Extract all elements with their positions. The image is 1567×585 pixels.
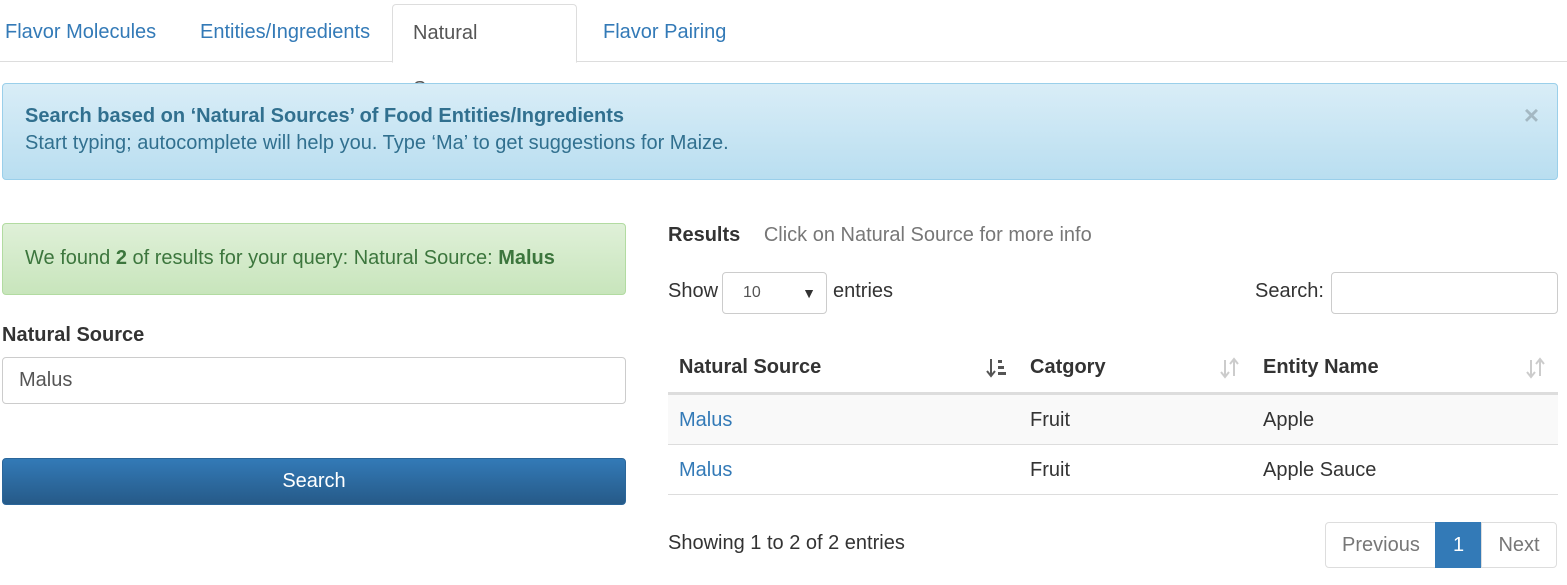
table-row: Malus Fruit Apple bbox=[668, 395, 1558, 445]
tab-entities-ingredients[interactable]: Entities/Ingredients bbox=[180, 4, 390, 62]
success-alert: We found 2 of results for your query: Na… bbox=[2, 223, 626, 295]
caret-down-icon: ▼ bbox=[802, 285, 816, 301]
results-subtitle: Click on Natural Source for more info bbox=[763, 224, 1092, 246]
column-header-entity-name[interactable]: Entity Name bbox=[1263, 356, 1379, 379]
tab-flavor-molecules[interactable]: Flavor Molecules bbox=[0, 4, 176, 62]
results-table: Natural Source Catgory Entity Name Malus… bbox=[668, 342, 1558, 495]
previous-page-button[interactable]: Previous bbox=[1325, 522, 1436, 568]
show-label: Show bbox=[668, 280, 719, 302]
query-value: Malus bbox=[498, 247, 555, 269]
results-count: 2 bbox=[115, 247, 127, 269]
table-search-label: Search: bbox=[1255, 280, 1324, 302]
table-info: Showing 1 to 2 of 2 entries bbox=[668, 532, 905, 554]
alert-text: Start typing; autocomplete will help you… bbox=[25, 132, 729, 154]
message-middle: of results for your query: Natural Sourc… bbox=[126, 247, 499, 269]
natural-source-link[interactable]: Malus bbox=[679, 409, 732, 432]
page-size-value: 10 bbox=[743, 284, 761, 301]
info-alert: Search based on ‘Natural Sources’ of Foo… bbox=[2, 83, 1558, 180]
category-cell: Fruit bbox=[1030, 459, 1070, 481]
close-icon[interactable]: × bbox=[1524, 100, 1539, 131]
results-header: Results Click on Natural Source for more… bbox=[668, 224, 1092, 247]
tab-natural-sources[interactable]: Natural Sources bbox=[392, 4, 577, 100]
table-search-input[interactable] bbox=[1331, 272, 1558, 314]
alert-title: Search based on ‘Natural Sources’ of Foo… bbox=[25, 105, 625, 127]
tab-flavor-pairing[interactable]: Flavor Pairing bbox=[583, 4, 746, 62]
page-size-select[interactable]: 10 ▼ bbox=[722, 272, 827, 314]
entity-name-cell: Apple Sauce bbox=[1263, 459, 1377, 481]
column-header-category[interactable]: Catgory bbox=[1030, 356, 1106, 379]
page-1-button[interactable]: 1 bbox=[1435, 522, 1482, 568]
natural-source-link[interactable]: Malus bbox=[679, 459, 732, 482]
sort-both-icon[interactable] bbox=[1219, 357, 1241, 379]
natural-source-label: Natural Source bbox=[2, 324, 145, 346]
sort-ascending-icon[interactable] bbox=[986, 357, 1008, 379]
table-header: Natural Source Catgory Entity Name bbox=[668, 342, 1558, 395]
results-count-message: We found 2 of results for your query: Na… bbox=[25, 247, 555, 270]
natural-source-input[interactable] bbox=[2, 357, 626, 404]
results-title: Results bbox=[668, 224, 741, 246]
search-button[interactable]: Search bbox=[2, 458, 626, 505]
nav-tabs: Flavor Molecules Entities/Ingredients Na… bbox=[0, 0, 1567, 100]
entries-label: entries bbox=[833, 280, 894, 302]
entity-name-cell: Apple bbox=[1263, 409, 1315, 431]
next-page-button[interactable]: Next bbox=[1481, 522, 1557, 568]
pagination: Previous 1 Next bbox=[1325, 522, 1557, 568]
sort-both-icon[interactable] bbox=[1525, 357, 1547, 379]
category-cell: Fruit bbox=[1030, 409, 1070, 431]
table-row: Malus Fruit Apple Sauce bbox=[668, 445, 1558, 495]
message-prefix: We found bbox=[25, 247, 116, 269]
column-header-natural-source[interactable]: Natural Source bbox=[679, 356, 821, 379]
